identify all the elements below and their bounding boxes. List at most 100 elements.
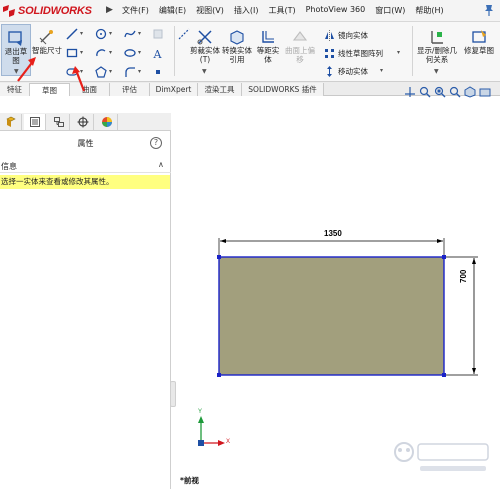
pin-icon[interactable]	[482, 3, 496, 17]
info-section-header[interactable]: 信息 ∧	[0, 159, 171, 173]
mirror-icon	[325, 29, 334, 41]
configuration-icon	[53, 117, 64, 127]
point-tool-icon[interactable]	[152, 66, 164, 78]
property-header: 属性 ?	[0, 133, 171, 153]
surface-offset-icon	[292, 31, 308, 41]
repair-sketch-button[interactable]: 修复草图	[462, 24, 496, 76]
exit-sketch-dropdown-icon[interactable]: ▼	[14, 68, 19, 75]
ellipse-dropdown-icon[interactable]: ▾	[138, 49, 141, 56]
menu-file[interactable]: 文件(F)	[122, 5, 149, 19]
menu-photoview[interactable]: PhotoView 360	[306, 5, 366, 19]
surface-offset-label: 曲面上偏移	[285, 46, 315, 64]
circle-dropdown-icon[interactable]: ▾	[109, 30, 112, 37]
title-bar: SOLIDWORKS ▶ 文件(F) 编辑(E) 视图(V) 插入(I) 工具(…	[0, 0, 500, 22]
dimxpert-manager-tab[interactable]	[72, 114, 94, 130]
tab-solidworks-addins[interactable]: SOLIDWORKS 插件	[242, 83, 324, 96]
offset-label: 等距实体	[256, 46, 280, 64]
view-orientation-icon[interactable]	[404, 86, 416, 98]
view-settings-icon[interactable]	[479, 86, 491, 98]
menu-window[interactable]: 窗口(W)	[375, 5, 405, 19]
arc-tool-icon[interactable]	[95, 47, 107, 59]
solidworks-logo[interactable]: SOLIDWORKS	[2, 3, 92, 19]
sketch-rectangle[interactable]	[218, 256, 445, 376]
origin-marker	[198, 440, 204, 446]
relations-label: 显示/删除几何关系	[416, 46, 458, 64]
menu-edit[interactable]: 编辑(E)	[159, 5, 186, 19]
convert-entities-button[interactable]: 转换实体引用	[222, 24, 252, 76]
text-tool-icon[interactable]: A	[152, 47, 164, 61]
rectangle-tool-icon[interactable]	[66, 47, 78, 59]
dim-arrow-right	[437, 239, 443, 243]
dim-arrow-bottom	[472, 368, 476, 374]
tab-render-tools[interactable]: 渲染工具	[198, 83, 242, 96]
trim-dropdown-icon[interactable]: ▼	[202, 68, 207, 75]
corner-point-tl[interactable]	[217, 255, 221, 259]
brand-name: SOLIDWORKS	[18, 5, 92, 17]
linear-pattern-button[interactable]: 线性草图阵列	[324, 47, 383, 59]
feature-manager-tab[interactable]	[0, 114, 22, 130]
dim-arrow-left	[220, 239, 226, 243]
polygon-dropdown-icon[interactable]: ▾	[109, 68, 112, 75]
corner-point-tr[interactable]	[442, 255, 446, 259]
ribbon-separator-2	[412, 26, 413, 76]
menu-tools[interactable]: 工具(T)	[268, 5, 295, 19]
mirror-label: 镜向实体	[338, 30, 368, 40]
rectangle-dropdown-icon[interactable]: ▾	[80, 49, 83, 56]
move-dropdown-icon[interactable]: ▾	[380, 67, 383, 74]
x-axis-label: X	[226, 439, 231, 445]
configuration-manager-tab[interactable]	[48, 114, 70, 130]
tab-surface[interactable]: 曲面	[70, 83, 110, 96]
relations-dropdown-icon[interactable]: ▼	[434, 68, 439, 75]
convert-entities-icon	[230, 30, 244, 45]
line-tool-icon[interactable]	[66, 28, 78, 40]
slot-dropdown-icon[interactable]: ▾	[80, 68, 83, 75]
circle-tool-icon[interactable]	[95, 28, 107, 40]
corner-point-br[interactable]	[442, 373, 446, 377]
menu-insert[interactable]: 插入(I)	[234, 5, 259, 19]
corner-point-bl[interactable]	[217, 373, 221, 377]
dimension-width-value[interactable]: 1350	[324, 229, 342, 238]
ds-logo-icon	[3, 5, 15, 17]
mirror-entities-button[interactable]: 镜向实体	[324, 29, 368, 41]
display-manager-tab[interactable]	[96, 114, 118, 130]
smart-dimension-label: 智能尺寸	[32, 46, 62, 55]
zoom-to-fit-icon[interactable]	[419, 86, 431, 98]
tab-sketch[interactable]: 草图	[30, 83, 70, 96]
manager-tabs	[0, 113, 171, 131]
repair-sketch-label: 修复草图	[464, 46, 494, 55]
property-manager-tab[interactable]	[24, 114, 46, 130]
menu-help[interactable]: 帮助(H)	[415, 5, 443, 19]
smart-dimension-button[interactable]: 智能尺寸	[32, 24, 62, 76]
expand-arrow-icon[interactable]: ▶	[106, 5, 113, 15]
ribbon-separator	[174, 26, 175, 76]
tab-evaluate[interactable]: 评估	[110, 83, 150, 96]
offset-entities-button[interactable]: 等距实体	[254, 24, 282, 76]
zoom-to-area-icon[interactable]	[434, 86, 446, 98]
ellipse-tool-icon[interactable]	[124, 47, 136, 59]
section-view-icon[interactable]	[464, 86, 476, 98]
spline-tool-icon[interactable]	[124, 28, 136, 40]
panel-title: 属性	[77, 139, 94, 148]
relations-icon	[431, 31, 443, 44]
previous-view-icon[interactable]	[449, 86, 461, 98]
help-icon[interactable]: ?	[150, 137, 162, 149]
surface-offset-button[interactable]: 曲面上偏移	[285, 24, 315, 76]
move-entities-button[interactable]: 移动实体	[324, 65, 368, 77]
linear-pattern-label: 线性草图阵列	[338, 48, 383, 58]
dimension-height-value[interactable]: 700	[459, 270, 468, 283]
collapse-chevron-icon[interactable]: ∧	[158, 160, 164, 169]
fillet-tool-icon[interactable]	[124, 66, 136, 78]
linear-pattern-dropdown-icon[interactable]: ▾	[397, 49, 400, 56]
fillet-dropdown-icon[interactable]: ▾	[138, 68, 141, 75]
tab-dimxpert[interactable]: DimXpert	[150, 83, 198, 96]
slot-tool-icon[interactable]	[66, 66, 78, 78]
dim-tool-icon	[152, 28, 164, 40]
dim-arrow-top	[472, 258, 476, 264]
menu-view[interactable]: 视图(V)	[196, 5, 224, 19]
spline-dropdown-icon[interactable]: ▾	[138, 30, 141, 37]
arc-dropdown-icon[interactable]: ▾	[109, 49, 112, 56]
tab-features[interactable]: 特征	[0, 83, 30, 96]
line-dropdown-icon[interactable]: ▾	[80, 30, 83, 37]
menu-bar: 文件(F) 编辑(E) 视图(V) 插入(I) 工具(T) PhotoView …	[122, 5, 454, 19]
polygon-tool-icon[interactable]	[95, 66, 107, 78]
